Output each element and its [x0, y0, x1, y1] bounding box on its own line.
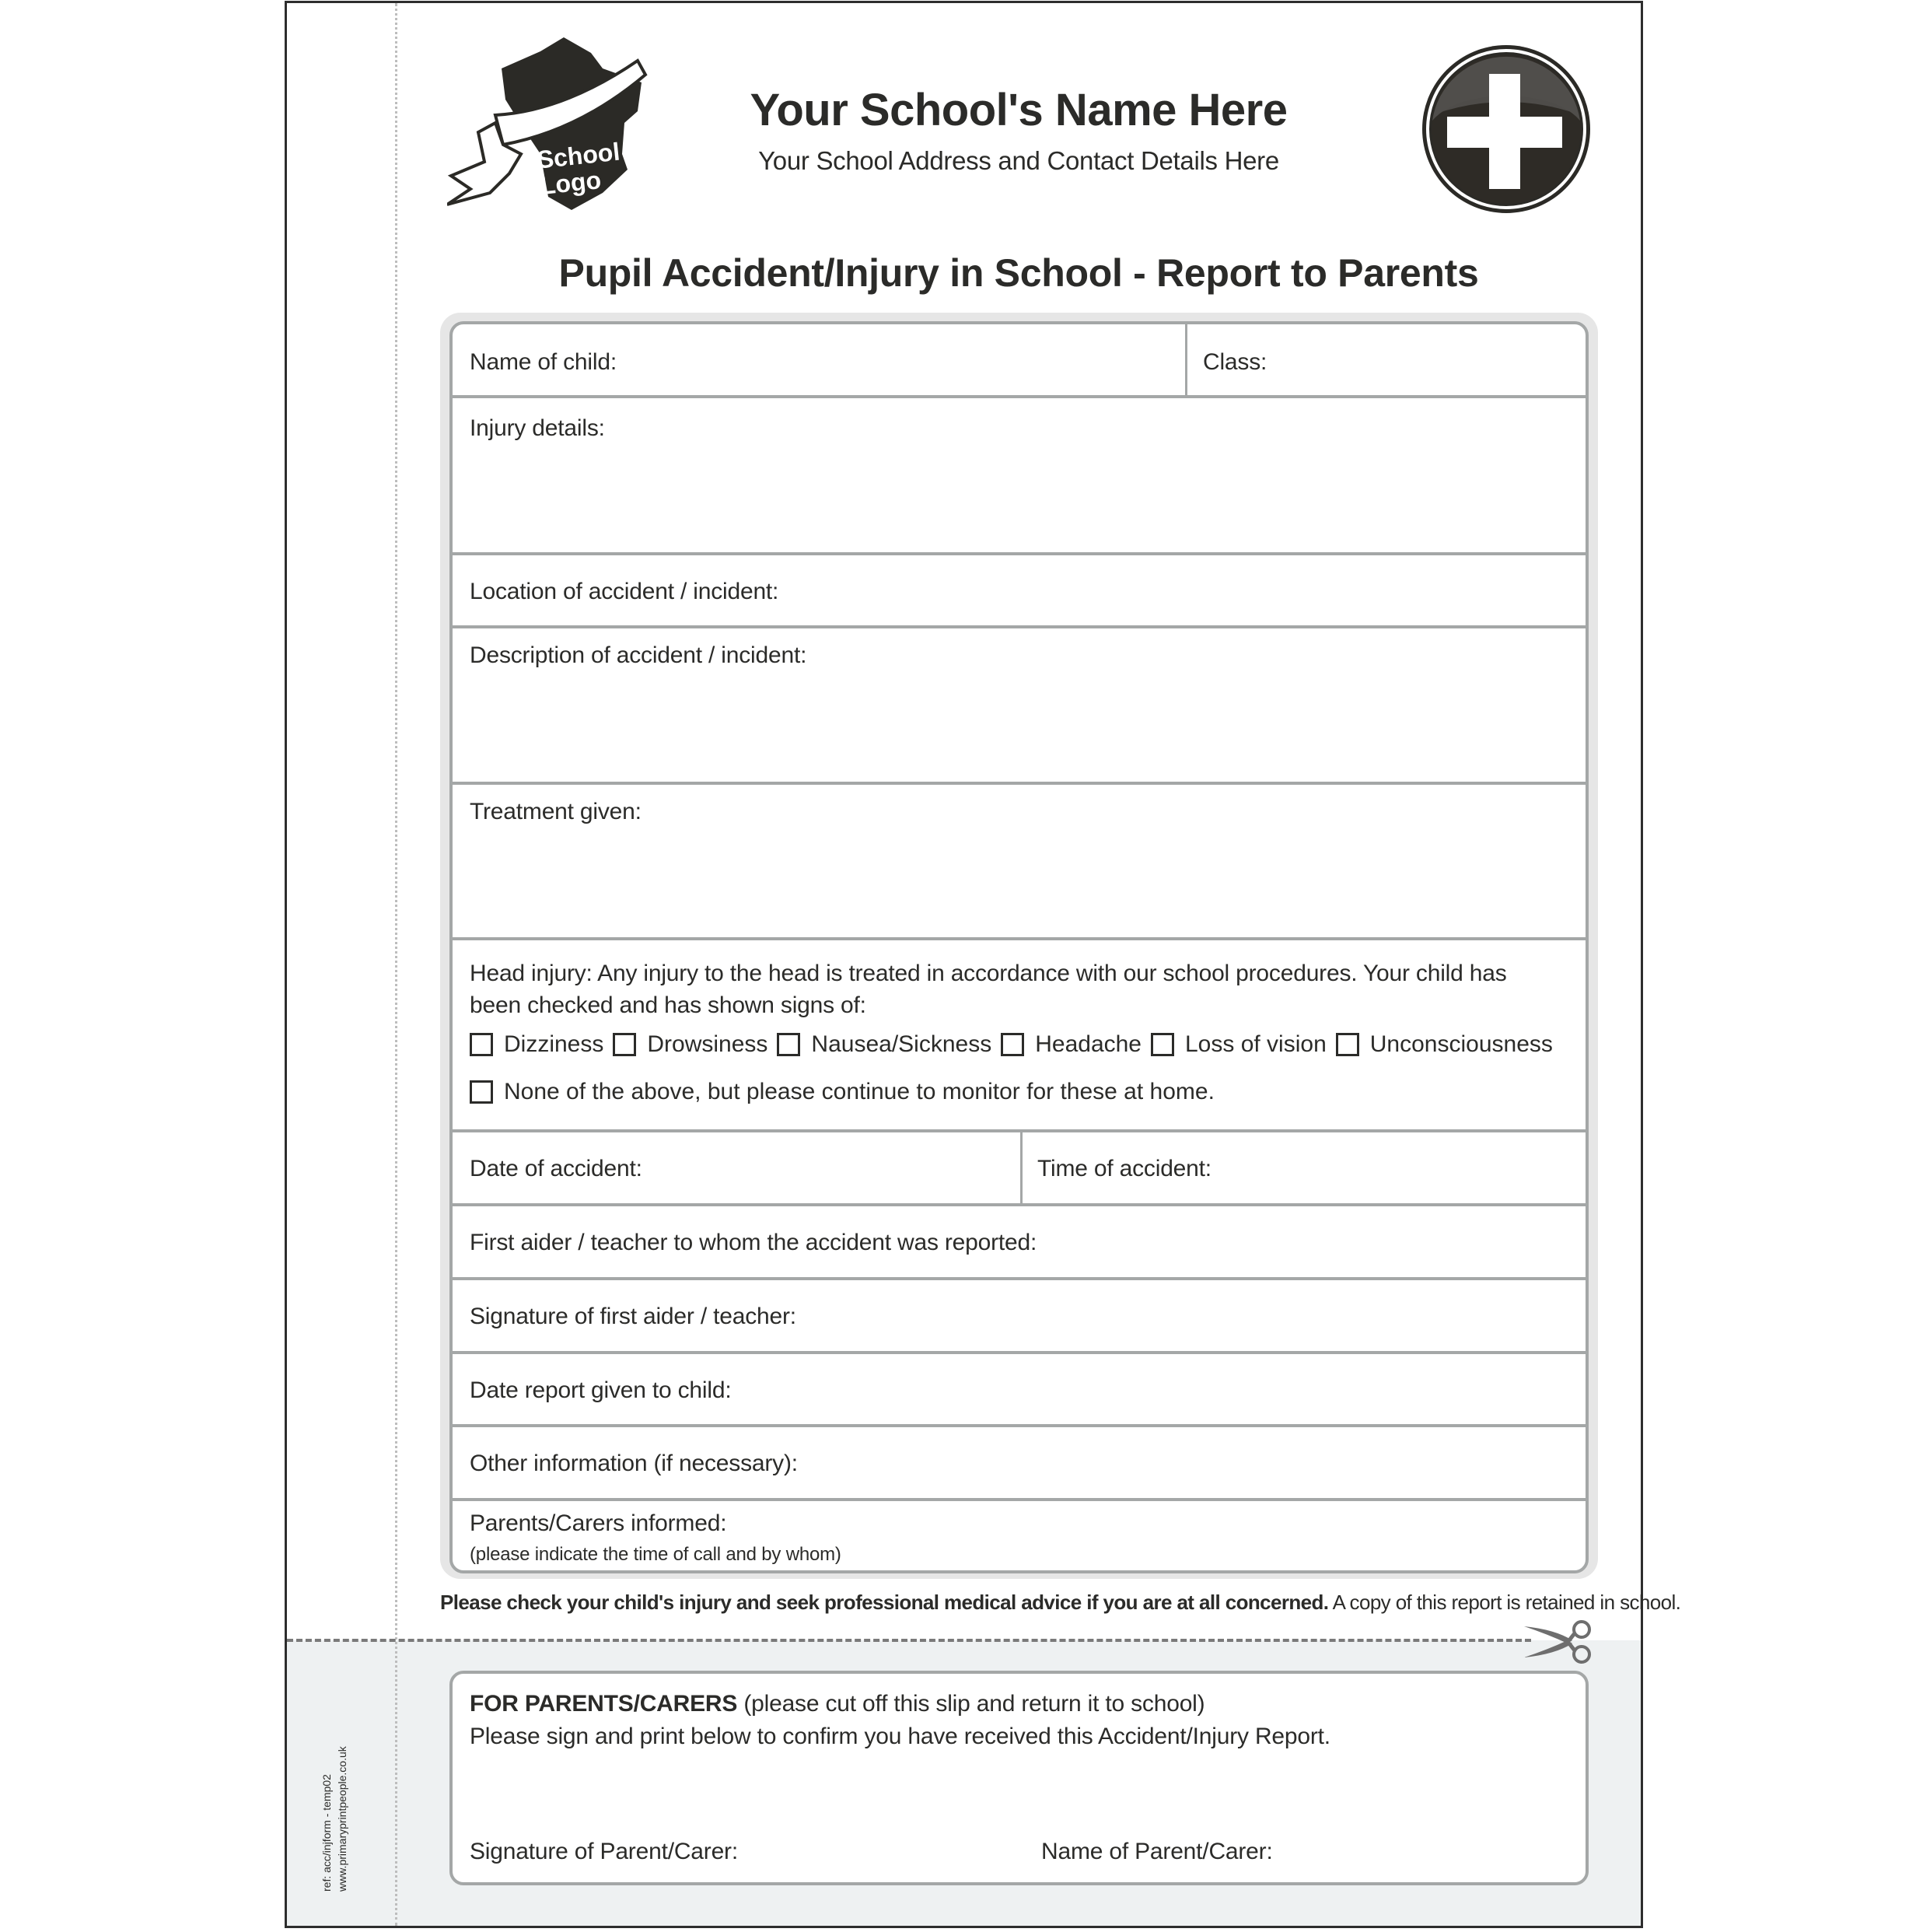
row-description: Description of accident / incident:	[453, 628, 1586, 785]
parent-name-field[interactable]: Name of Parent/Carer:	[1041, 1839, 1273, 1865]
scissors-icon	[1524, 1620, 1591, 1664]
date-of-accident-field[interactable]: Date of accident:	[470, 1156, 642, 1182]
symptom-label: Loss of vision	[1185, 1031, 1327, 1057]
slip-instruction: Please sign and print below to confirm y…	[470, 1724, 1330, 1749]
other-information-field[interactable]: Other information (if necessary):	[470, 1451, 798, 1477]
side-reference: ref: acc/injform - temp02 www.primarypri…	[320, 1711, 351, 1913]
row-date-time: Date of accident: Time of accident:	[453, 1132, 1586, 1206]
column-divider	[1020, 1132, 1023, 1203]
footer-note-regular: A copy of this report is retained in sch…	[1328, 1591, 1681, 1614]
symptom-item[interactable]: Drowsiness	[613, 1031, 767, 1058]
date-report-given-field[interactable]: Date report given to child:	[470, 1377, 732, 1404]
footer-note-bold: Please check your child's injury and see…	[440, 1591, 1329, 1614]
row-first-aider: First aider / teacher to whom the accide…	[453, 1206, 1586, 1280]
slip-heading-regular: (please cut off this slip and return it …	[737, 1691, 1205, 1717]
parents-informed-field[interactable]: Parents/Carers informed:	[470, 1510, 727, 1537]
checkbox-drowsiness[interactable]	[613, 1033, 637, 1056]
slip-heading: FOR PARENTS/CARERS (please cut off this …	[470, 1691, 1205, 1717]
form-title: Pupil Accident/Injury in School - Report…	[558, 251, 1479, 295]
row-head-injury: Head injury: Any injury to the head is t…	[453, 940, 1586, 1132]
first-aider-field[interactable]: First aider / teacher to whom the accide…	[470, 1230, 1037, 1256]
none-option-label: None of the above, but please continue t…	[504, 1079, 1215, 1104]
row-signature-first-aider: Signature of first aider / teacher:	[453, 1280, 1586, 1354]
symptom-item[interactable]: Loss of vision	[1151, 1031, 1327, 1058]
row-treatment: Treatment given:	[453, 785, 1586, 940]
none-option[interactable]: None of the above, but please continue t…	[470, 1079, 1215, 1105]
checkbox-dizziness[interactable]	[470, 1033, 493, 1056]
head-injury-text-line2: been checked and has shown signs of:	[470, 992, 866, 1018]
class-field[interactable]: Class:	[1203, 349, 1267, 376]
symptom-item[interactable]: Nausea/Sickness	[777, 1031, 991, 1058]
row-location: Location of accident / incident:	[453, 555, 1586, 628]
row-date-report-given: Date report given to child:	[453, 1354, 1586, 1427]
row-name-class: Name of child: Class:	[453, 324, 1586, 398]
checkbox-headache[interactable]	[1001, 1033, 1025, 1056]
symptom-item[interactable]: Dizziness	[470, 1031, 603, 1058]
school-address: Your School Address and Contact Details …	[758, 146, 1279, 175]
row-parents-informed: Parents/Carers informed: (please indicat…	[453, 1501, 1586, 1570]
column-divider	[1185, 324, 1187, 395]
location-field[interactable]: Location of accident / incident:	[470, 579, 778, 605]
checkbox-nausea-sickness[interactable]	[777, 1033, 801, 1056]
symptom-label: Drowsiness	[647, 1031, 768, 1057]
signature-first-aider-field[interactable]: Signature of first aider / teacher:	[470, 1304, 796, 1330]
row-injury-details: Injury details:	[453, 398, 1586, 555]
symptom-label: Dizziness	[504, 1031, 604, 1057]
checkbox-none-of-the-above[interactable]	[470, 1080, 493, 1104]
symptom-item[interactable]: Headache	[1001, 1031, 1142, 1058]
row-other-information: Other information (if necessary):	[453, 1427, 1586, 1501]
parent-signature-field[interactable]: Signature of Parent/Carer:	[470, 1839, 738, 1865]
parents-informed-hint: (please indicate the time of call and by…	[470, 1544, 841, 1565]
symptom-checklist: Dizziness Drowsiness Nausea/Sickness Hea…	[470, 1031, 1562, 1058]
name-of-child-field[interactable]: Name of child:	[470, 349, 617, 376]
symptom-item[interactable]: Unconsciousness	[1335, 1031, 1553, 1058]
head-injury-text-line1: Head injury: Any injury to the head is t…	[470, 961, 1507, 986]
symptom-label: Headache	[1035, 1031, 1142, 1057]
treatment-field[interactable]: Treatment given:	[470, 799, 642, 825]
time-of-accident-field[interactable]: Time of accident:	[1037, 1156, 1211, 1182]
injury-details-field[interactable]: Injury details:	[470, 415, 605, 442]
binding-guide-line	[395, 3, 397, 1926]
description-field[interactable]: Description of accident / incident:	[470, 642, 806, 669]
cut-line	[287, 1639, 1531, 1642]
symptom-label: Unconsciousness	[1369, 1031, 1553, 1057]
symptom-label: Nausea/Sickness	[811, 1031, 992, 1057]
school-name: Your School's Name Here	[750, 85, 1288, 135]
form-reference-code: ref: acc/injform - temp02	[320, 1774, 333, 1892]
footer-note: Please check your child's injury and see…	[440, 1591, 1681, 1615]
school-logo-icon: School Logo	[447, 37, 648, 210]
checkbox-unconsciousness[interactable]	[1335, 1033, 1359, 1056]
form-table: Name of child: Class: Injury details: Lo…	[449, 321, 1589, 1573]
checkbox-loss-of-vision[interactable]	[1151, 1033, 1174, 1056]
slip-heading-bold: FOR PARENTS/CARERS	[470, 1691, 738, 1717]
return-slip: FOR PARENTS/CARERS (please cut off this …	[449, 1671, 1589, 1885]
first-aid-cross-icon	[1422, 45, 1590, 213]
publisher-website: www.primaryprintpeople.co.uk	[336, 1746, 348, 1892]
